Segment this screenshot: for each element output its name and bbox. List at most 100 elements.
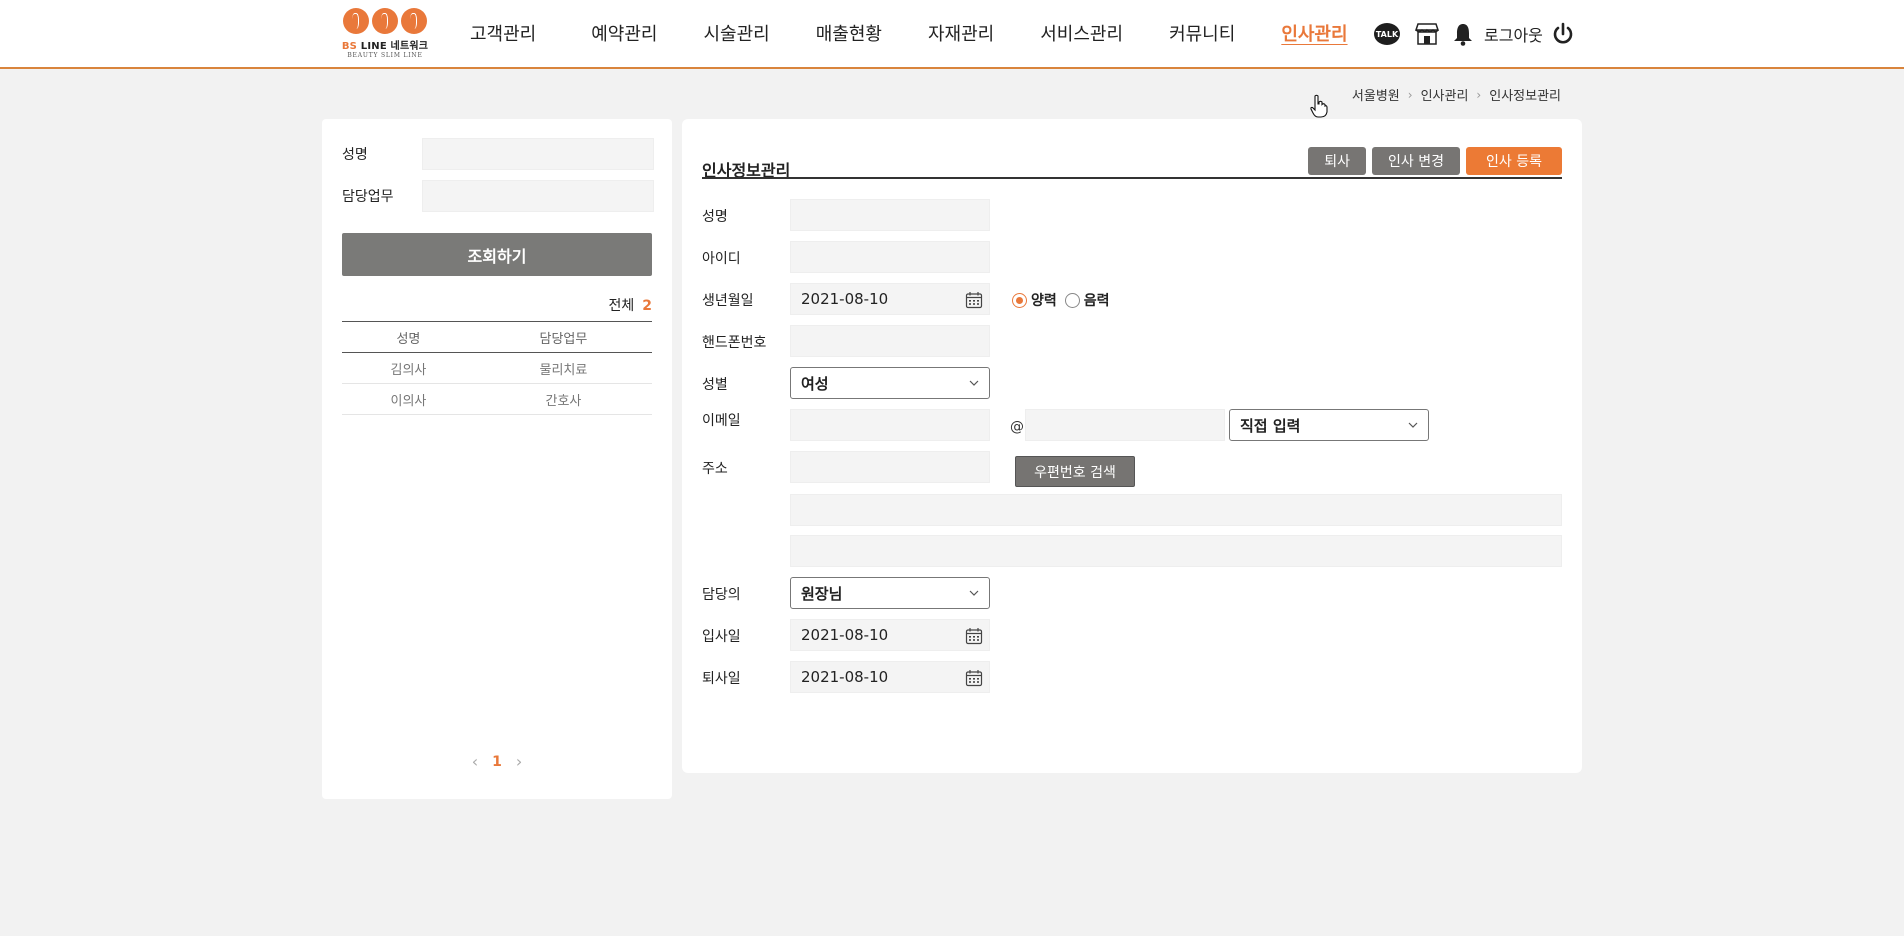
calendar-type-radios: 양력 음력 xyxy=(1012,290,1118,310)
logo-brand: BS LINE 네트워크 xyxy=(339,37,431,52)
header-icons: TALK 로그아웃 xyxy=(1374,22,1575,46)
talk-label: TALK xyxy=(1375,29,1399,39)
logo-brand-rest: LINE 네트워크 xyxy=(360,41,429,52)
chevron-down-icon xyxy=(969,590,979,596)
resign-button[interactable]: 퇴사 xyxy=(1308,147,1367,175)
leave-date-input[interactable]: 2021-08-10 xyxy=(790,661,990,693)
name-search-row: 성명 xyxy=(342,138,654,170)
lunar-radio[interactable] xyxy=(1064,292,1080,308)
breadcrumb-item-hr-info: 인사정보관리 xyxy=(1489,89,1561,104)
total-count-value: 2 xyxy=(642,298,652,314)
duty-search-input[interactable] xyxy=(422,180,654,212)
table-cell-name: 이의사 xyxy=(342,383,475,415)
address-line1-input[interactable] xyxy=(790,494,1562,526)
phone-label: 핸드폰번호 xyxy=(702,335,767,351)
leave-date-value: 2021-08-10 xyxy=(801,668,889,686)
calendar-icon[interactable] xyxy=(965,669,983,687)
calendar-icon[interactable] xyxy=(965,291,983,309)
total-count: 전체 2 xyxy=(608,295,652,315)
name-search-input[interactable] xyxy=(422,138,654,170)
doctor-label: 담당의 xyxy=(702,587,741,603)
join-date-label: 입사일 xyxy=(702,629,741,645)
email-id-input[interactable] xyxy=(790,409,990,441)
bell-icon[interactable] xyxy=(1452,22,1474,46)
id-label: 아이디 xyxy=(702,251,741,267)
email-domain-select[interactable]: 직접 입력 xyxy=(1229,409,1429,441)
doctor-select-value: 원장님 xyxy=(801,584,843,603)
birth-label: 생년월일 xyxy=(702,293,754,309)
table-header-row: 성명 담당업무 xyxy=(342,321,652,353)
change-hr-button[interactable]: 인사 변경 xyxy=(1372,147,1461,175)
pagination: ‹ 1 › xyxy=(322,752,672,771)
main-nav: 고객관리 예약관리 시술관리 매출현황 자재관리 서비스관리 커뮤니티 인사관리 xyxy=(470,20,1348,46)
breadcrumb: 서울병원 › 인사관리 › 인사정보관리 xyxy=(1352,85,1561,105)
hr-info-panel: 인사정보관리 퇴사 인사 변경 인사 등록 성명 아이디 생년월일 2021-0… xyxy=(682,119,1582,773)
breadcrumb-separator-icon: › xyxy=(1407,87,1413,102)
logo-circle-icon xyxy=(372,8,398,34)
staff-table: 성명 담당업무 김의사 물리치료 이의사 간호사 xyxy=(342,321,652,415)
nav-item-community[interactable]: 커뮤니티 xyxy=(1169,20,1235,46)
store-icon[interactable] xyxy=(1414,22,1440,46)
table-cell-name: 김의사 xyxy=(342,352,475,384)
prev-page-icon[interactable]: ‹ xyxy=(472,752,478,771)
id-input[interactable] xyxy=(790,241,990,273)
next-page-icon[interactable]: › xyxy=(516,752,522,771)
nav-item-service[interactable]: 서비스관리 xyxy=(1040,20,1123,46)
email-domain-select-value: 직접 입력 xyxy=(1240,416,1301,435)
calendar-icon[interactable] xyxy=(965,627,983,645)
email-label: 이메일 xyxy=(702,413,741,429)
table-cell-duty: 간호사 xyxy=(474,383,652,415)
table-cell-duty: 물리치료 xyxy=(474,352,652,384)
address-line2-input[interactable] xyxy=(790,535,1562,567)
logout-button[interactable]: 로그아웃 xyxy=(1484,22,1543,46)
birth-date-input[interactable]: 2021-08-10 xyxy=(790,283,990,315)
solar-radio[interactable] xyxy=(1012,292,1027,308)
email-domain-input[interactable] xyxy=(1025,409,1225,441)
title-divider xyxy=(702,177,1562,179)
search-button[interactable]: 조회하기 xyxy=(342,233,652,276)
gender-label: 성별 xyxy=(702,377,728,393)
solar-label: 양력 xyxy=(1031,293,1057,309)
logo-mark xyxy=(339,8,431,34)
nav-item-sales[interactable]: 매출현황 xyxy=(816,20,882,46)
breadcrumb-separator-icon: › xyxy=(1476,87,1482,102)
breadcrumb-item-hr[interactable]: 인사관리 xyxy=(1421,85,1469,104)
join-date-input[interactable]: 2021-08-10 xyxy=(790,619,990,651)
column-header-duty: 담당업무 xyxy=(474,321,652,353)
top-header: BS LINE 네트워크 BEAUTY SLIM LINE 고객관리 예약관리 … xyxy=(0,0,1904,69)
name-search-label: 성명 xyxy=(342,147,368,163)
chevron-down-icon xyxy=(969,380,979,386)
nav-item-procedure[interactable]: 시술관리 xyxy=(704,20,770,46)
logo-circle-icon xyxy=(401,8,427,34)
logo-circle-icon xyxy=(343,8,369,34)
total-label: 전체 xyxy=(608,298,635,314)
breadcrumb-item-hospital[interactable]: 서울병원 xyxy=(1352,85,1400,104)
duty-search-row: 담당업무 xyxy=(342,180,654,212)
name-label: 성명 xyxy=(702,209,728,225)
nav-item-hr[interactable]: 인사관리 xyxy=(1281,20,1347,46)
logo[interactable]: BS LINE 네트워크 BEAUTY SLIM LINE xyxy=(339,8,431,60)
birth-date-value: 2021-08-10 xyxy=(801,290,889,308)
kakaotalk-icon[interactable]: TALK xyxy=(1374,23,1400,45)
email-at-symbol: @ xyxy=(1010,419,1024,435)
power-icon[interactable] xyxy=(1551,22,1575,46)
phone-input[interactable] xyxy=(790,325,990,357)
logo-tagline: BEAUTY SLIM LINE xyxy=(347,52,423,59)
column-header-name: 성명 xyxy=(342,321,475,353)
page-number-current[interactable]: 1 xyxy=(492,754,502,770)
nav-item-materials[interactable]: 자재관리 xyxy=(928,20,994,46)
doctor-select[interactable]: 원장님 xyxy=(790,577,990,609)
gender-select[interactable]: 여성 xyxy=(790,367,990,399)
zipcode-input[interactable] xyxy=(790,451,990,483)
zipcode-search-button[interactable]: 우편번호 검색 xyxy=(1015,456,1135,487)
table-row[interactable]: 김의사 물리치료 xyxy=(342,352,652,384)
join-date-value: 2021-08-10 xyxy=(801,626,889,644)
nav-item-customer[interactable]: 고객관리 xyxy=(470,20,536,46)
register-hr-button[interactable]: 인사 등록 xyxy=(1466,147,1562,175)
table-row[interactable]: 이의사 간호사 xyxy=(342,383,652,415)
name-input[interactable] xyxy=(790,199,990,231)
duty-search-label: 담당업무 xyxy=(342,189,394,205)
nav-item-reservation[interactable]: 예약관리 xyxy=(591,20,657,46)
hand-cursor-icon xyxy=(1310,94,1328,118)
search-panel: 성명 담당업무 조회하기 전체 2 성명 담당업무 김의사 물리치료 이의사 간호… xyxy=(322,119,672,799)
